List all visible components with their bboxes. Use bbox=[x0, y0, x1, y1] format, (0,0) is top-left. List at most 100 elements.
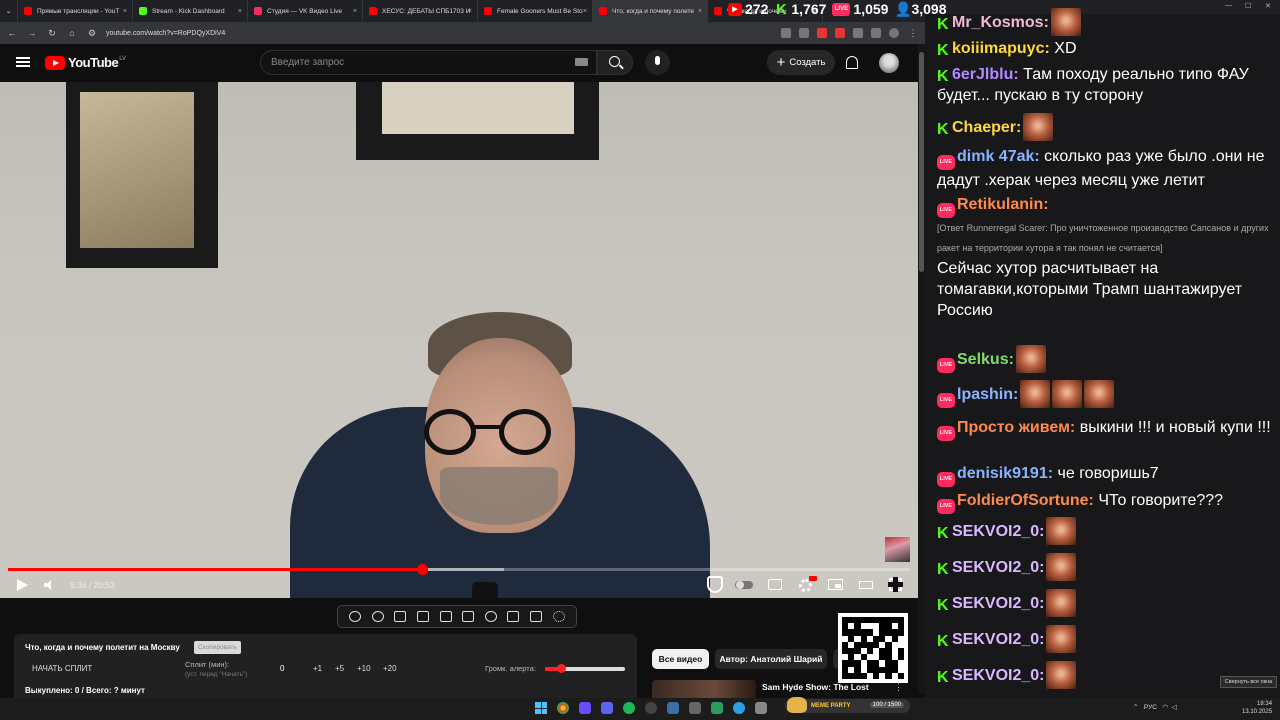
film-strip-icon[interactable] bbox=[462, 611, 475, 622]
video-settings-icon[interactable] bbox=[394, 611, 407, 622]
chat-username[interactable]: denisik9191: bbox=[957, 465, 1053, 482]
volume-icon[interactable] bbox=[44, 580, 54, 590]
avatar[interactable] bbox=[879, 53, 899, 73]
progress-scrubber[interactable] bbox=[417, 564, 429, 575]
browser-menu-icon[interactable]: ⋮ bbox=[907, 28, 919, 39]
telegram-icon[interactable] bbox=[733, 702, 745, 714]
chat-username[interactable]: Mr_Kosmos: bbox=[952, 14, 1049, 31]
tab-close-icon[interactable]: × bbox=[583, 8, 587, 15]
theater-mode-icon[interactable] bbox=[859, 581, 873, 589]
tab-search-dropdown[interactable]: ⌄ bbox=[0, 0, 18, 22]
app-icon[interactable] bbox=[755, 702, 767, 714]
browser-tab[interactable]: Студия — VK Видео Live × bbox=[248, 0, 363, 22]
subtitles-icon[interactable] bbox=[768, 579, 782, 590]
autoplay-toggle[interactable] bbox=[735, 581, 753, 589]
chat-username[interactable]: dimk 47ak: bbox=[957, 148, 1040, 165]
search-input[interactable]: Введите запрос bbox=[260, 50, 597, 75]
reload-icon[interactable]: ↻ bbox=[46, 28, 58, 39]
browser-tab[interactable]: Что, когда и почему полете × bbox=[593, 0, 708, 22]
url-field[interactable]: youtube.com/watch?v=RoPDQyXDiV4 bbox=[106, 30, 773, 37]
broadcast-icon[interactable] bbox=[371, 611, 384, 622]
extension-icon[interactable] bbox=[781, 28, 791, 38]
search-button[interactable] bbox=[597, 50, 633, 75]
input-language[interactable]: РУС bbox=[1144, 704, 1157, 711]
extensions-puzzle-icon[interactable] bbox=[853, 28, 863, 38]
forward-icon[interactable]: → bbox=[26, 28, 38, 38]
recommended-video-thumbnail[interactable] bbox=[652, 680, 756, 698]
voice-search-button[interactable] bbox=[645, 50, 670, 75]
browser-tab[interactable]: Stream - Kick Dashboard × bbox=[133, 0, 248, 22]
loop-icon[interactable] bbox=[349, 611, 362, 622]
chat-username[interactable]: 6erJlblu: bbox=[952, 66, 1019, 83]
video-player[interactable] bbox=[0, 82, 918, 598]
site-info-icon[interactable]: ⚙ bbox=[86, 28, 98, 39]
add-1-button[interactable]: +1 bbox=[313, 664, 322, 673]
chat-username[interactable]: SEKVOI2_0: bbox=[952, 523, 1044, 540]
chrome-icon[interactable] bbox=[557, 702, 569, 714]
download-icon[interactable] bbox=[871, 28, 881, 38]
hamburger-menu-icon[interactable] bbox=[16, 57, 30, 67]
camera-icon[interactable] bbox=[530, 611, 543, 622]
page-scrollbar-thumb[interactable] bbox=[919, 52, 924, 272]
youtube-logo[interactable]: YouTube LV bbox=[45, 55, 126, 70]
add-10-button[interactable]: +10 bbox=[357, 664, 371, 673]
discord-icon[interactable] bbox=[601, 702, 613, 714]
tab-close-icon[interactable]: × bbox=[468, 8, 472, 15]
chat-username[interactable]: SEKVOI2_0: bbox=[952, 559, 1044, 576]
miniplayer-icon[interactable] bbox=[828, 579, 843, 590]
chip-all-videos[interactable]: Все видео bbox=[652, 649, 709, 669]
tab-close-icon[interactable]: × bbox=[353, 8, 357, 15]
crop-icon[interactable] bbox=[439, 611, 452, 622]
play-icon[interactable] bbox=[17, 579, 28, 591]
home-icon[interactable]: ⌂ bbox=[66, 28, 78, 38]
split-minutes-value[interactable]: 0 bbox=[280, 664, 284, 673]
profile-icon[interactable] bbox=[889, 28, 899, 38]
create-button[interactable]: + Создать bbox=[767, 50, 835, 75]
extension-icon[interactable] bbox=[835, 28, 845, 38]
extension-icon[interactable] bbox=[817, 28, 827, 38]
alert-volume-thumb[interactable] bbox=[557, 664, 566, 673]
extension-icon[interactable] bbox=[799, 28, 809, 38]
shield-icon[interactable] bbox=[707, 576, 723, 593]
back-icon[interactable]: ← bbox=[6, 28, 18, 38]
chat-username[interactable]: FoldierOfSortune: bbox=[957, 492, 1094, 509]
tab-close-icon[interactable]: × bbox=[238, 8, 242, 15]
gear-icon[interactable] bbox=[552, 611, 565, 622]
speaker-icon[interactable]: ◁ bbox=[1172, 704, 1177, 711]
copy-button[interactable]: Скопировать bbox=[194, 641, 241, 654]
clock[interactable]: 18:34 13.10.2025 bbox=[1242, 700, 1272, 716]
app-icon[interactable] bbox=[711, 702, 723, 714]
chat-username[interactable]: Chaeper: bbox=[952, 119, 1021, 136]
speedometer-icon[interactable] bbox=[484, 611, 497, 622]
chat-username[interactable]: Просто живем: bbox=[957, 419, 1075, 436]
chat-username[interactable]: Retikulanin: bbox=[957, 196, 1049, 213]
add-5-button[interactable]: +5 bbox=[335, 664, 344, 673]
clapperboard-icon[interactable] bbox=[417, 611, 430, 622]
app-icon[interactable] bbox=[579, 702, 591, 714]
start-split-button[interactable]: НАЧАТЬ СПЛИТ bbox=[32, 664, 92, 673]
chevron-up-icon[interactable]: ⌃ bbox=[1133, 704, 1138, 711]
browser-tab[interactable]: Прямые трансляции - YouT × bbox=[18, 0, 133, 22]
notifications-bell-icon[interactable] bbox=[846, 56, 858, 69]
app-icon[interactable] bbox=[689, 702, 701, 714]
tab-close-icon[interactable]: × bbox=[698, 8, 702, 15]
fullscreen-icon[interactable] bbox=[888, 577, 903, 592]
browser-tab[interactable]: ХЕСУС: ДЕБАТЫ СПБ1703 И × bbox=[363, 0, 478, 22]
chip-author[interactable]: Автор: Анатолий Шарий bbox=[715, 649, 827, 669]
windows-start-icon[interactable] bbox=[535, 702, 547, 714]
app-icon[interactable] bbox=[667, 702, 679, 714]
keyboard-icon[interactable] bbox=[575, 58, 588, 66]
chat-username[interactable]: SEKVOI2_0: bbox=[952, 631, 1044, 648]
chat-username[interactable]: SEKVOI2_0: bbox=[952, 667, 1044, 684]
channel-watermark[interactable] bbox=[885, 537, 910, 562]
chat-username[interactable]: SEKVOI2_0: bbox=[952, 595, 1044, 612]
add-20-button[interactable]: +20 bbox=[383, 664, 397, 673]
more-options-icon[interactable]: ⋮ bbox=[894, 682, 903, 693]
obs-icon[interactable] bbox=[645, 702, 657, 714]
tab-close-icon[interactable]: × bbox=[123, 8, 127, 15]
chat-username[interactable]: koiiimapuyc: bbox=[952, 40, 1050, 57]
chat-username[interactable]: Selkus: bbox=[957, 351, 1014, 368]
browser-tab[interactable]: Female Gooners Must Be Sto × bbox=[478, 0, 593, 22]
system-tray[interactable]: ⌃ РУС ◠ ◁ bbox=[1133, 703, 1177, 711]
spotify-icon[interactable] bbox=[623, 702, 635, 714]
